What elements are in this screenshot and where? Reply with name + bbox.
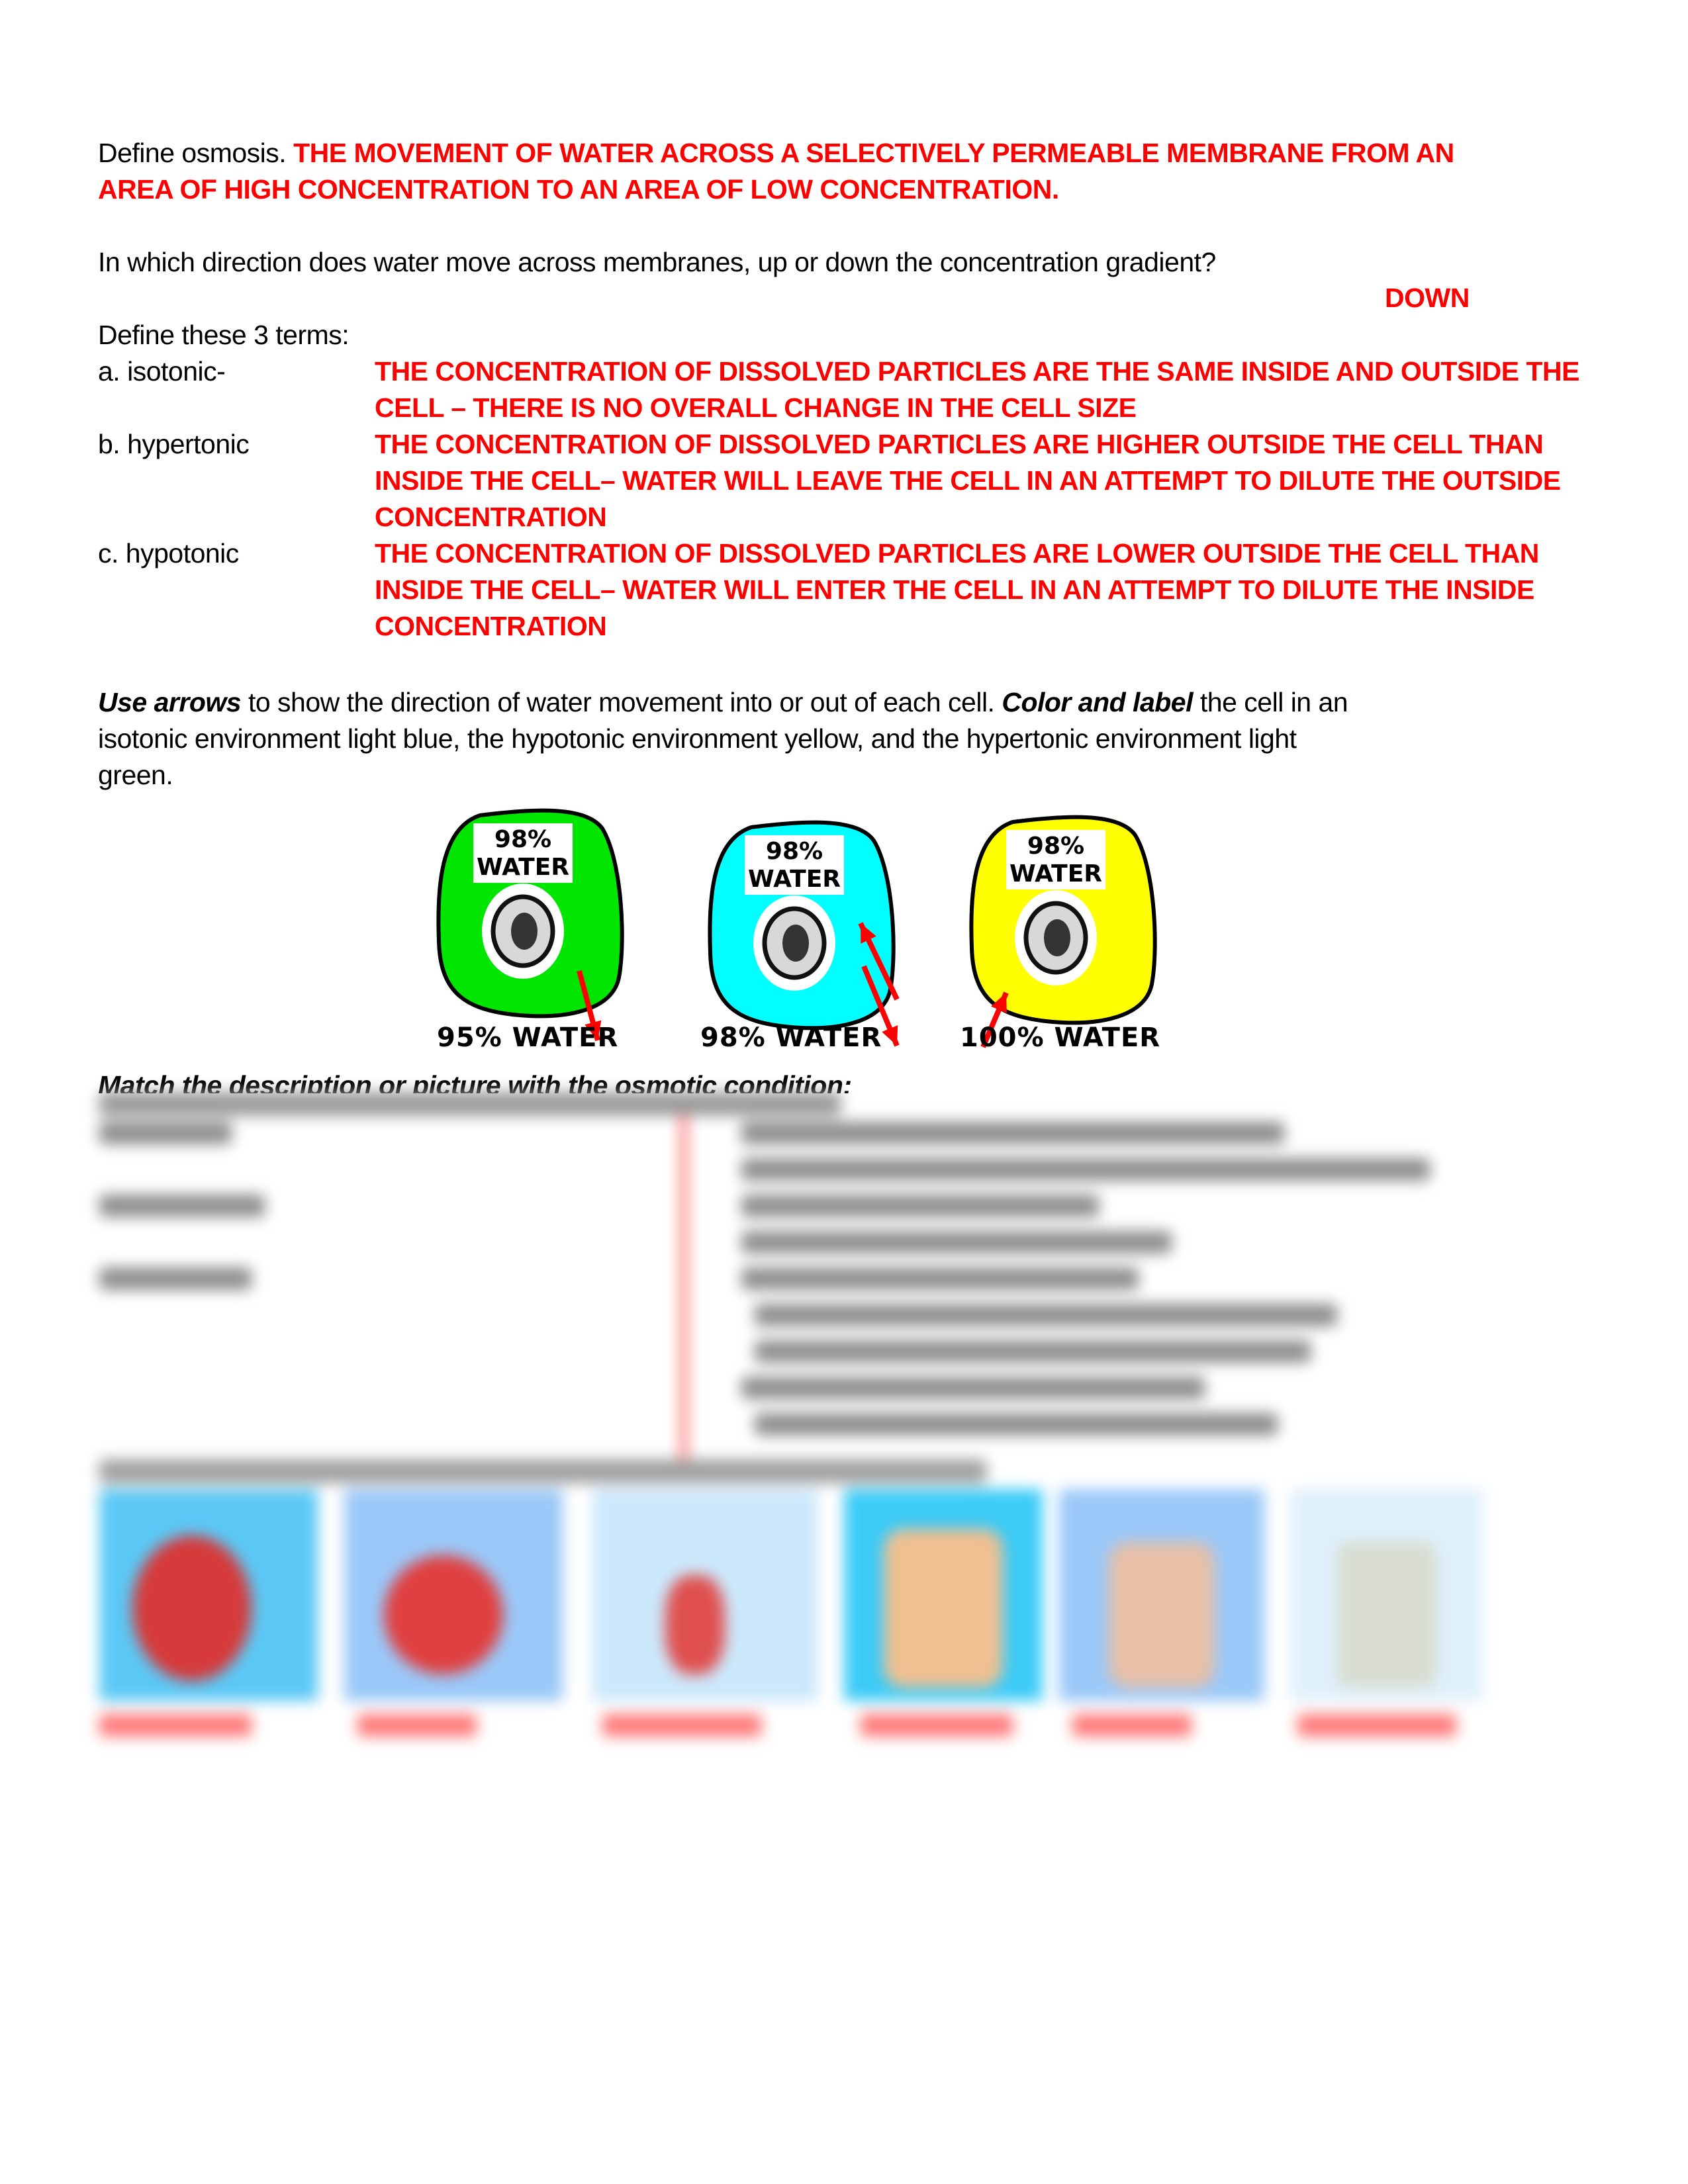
photo-rbc-shriveled (592, 1489, 818, 1701)
inside-water-percent: 98% (1027, 833, 1084, 860)
inside-water-percent: 98% (494, 826, 551, 853)
term-hypotonic-def-1: THE CONCENTRATION OF DISSOLVED PARTICLES… (375, 538, 1539, 569)
term-hypertonic-def-2: INSIDE THE CELL– WATER WILL LEAVE THE CE… (375, 465, 1561, 496)
match-description (755, 1413, 1278, 1435)
outside-water-label: 98% WATER (700, 1023, 882, 1053)
match-description (741, 1122, 1284, 1144)
blurred-preview (0, 1085, 1688, 1747)
term-hypotonic-label: c. hypotonic (98, 538, 239, 569)
nucleolus (782, 925, 809, 962)
outside-water-label: 95% WATER (437, 1023, 619, 1053)
match-description (741, 1231, 1172, 1253)
tonicity-answer (99, 1714, 252, 1737)
match-option-c (99, 1267, 252, 1290)
arrows-instruction-line3: green. (98, 760, 173, 790)
match-description (755, 1304, 1337, 1326)
term-hypertonic-def-3: CONCENTRATION (375, 502, 607, 532)
match-option-a (99, 1122, 232, 1144)
term-isotonic-label: a. isotonic- (98, 356, 226, 387)
nucleolus (1044, 919, 1070, 956)
term-isotonic-def-1: THE CONCENTRATION OF DISSOLVED PARTICLES… (375, 356, 1580, 387)
term-hypotonic-def-3: CONCENTRATION (375, 611, 607, 641)
tonicity-answer (1297, 1714, 1456, 1737)
tonicity-answer (861, 1714, 1013, 1737)
outside-water-label: 100% WATER (960, 1023, 1161, 1053)
match-description (741, 1158, 1430, 1181)
term-hypertonic-def-1: THE CONCENTRATION OF DISSOLVED PARTICLES… (375, 429, 1544, 459)
inside-water-label: WATER (477, 854, 569, 881)
nucleolus (511, 913, 538, 950)
match-description (741, 1267, 1139, 1290)
photo-plant-plasmolyzed (1291, 1489, 1483, 1701)
osmosis-question: Define osmosis. THE MOVEMENT OF WATER AC… (98, 134, 1454, 171)
cell-drawing: 98%WATER (708, 820, 900, 1047)
inside-water-label: WATER (748, 866, 841, 893)
direction-answer: DOWN (1385, 283, 1470, 313)
tonicity-answer (357, 1714, 477, 1737)
match-option-b (99, 1195, 265, 1217)
instruction-bold-color-label: Color and label (1002, 687, 1193, 717)
tonicity-heading (99, 1459, 986, 1483)
define-terms-prompt: Define these 3 terms: (98, 320, 350, 350)
instruction-bold-use-arrows: Use arrows (98, 687, 242, 717)
osmosis-answer-line2: AREA OF HIGH CONCENTRATION TO AN AREA OF… (98, 174, 1059, 205)
instruction-text: to show the direction of water movement … (241, 687, 1002, 717)
tonicity-answer (1072, 1714, 1192, 1737)
osmosis-prompt: Define osmosis. (98, 138, 287, 168)
photo-rbc-normal (344, 1489, 563, 1701)
photo-rbc-swollen (99, 1489, 318, 1701)
match-description (741, 1195, 1099, 1217)
inside-water-percent: 98% (766, 838, 823, 865)
cell-drawing: 98%WATER (436, 808, 624, 1042)
instruction-text: the cell in an (1193, 687, 1348, 717)
match-description (755, 1340, 1311, 1363)
photo-plant-turgid (844, 1489, 1043, 1701)
term-isotonic-def-2: CELL – THERE IS NO OVERALL CHANGE IN THE… (375, 392, 1137, 423)
arrows-instruction-line2: isotonic environment light blue, the hyp… (98, 723, 1297, 754)
photo-plant-normal (1059, 1489, 1264, 1701)
answer-column (680, 1115, 687, 1459)
tonicity-answer (602, 1714, 761, 1737)
osmosis-answer-line1: THE MOVEMENT OF WATER ACROSS A SELECTIVE… (293, 138, 1454, 168)
term-hypotonic-def-2: INSIDE THE CELL– WATER WILL ENTER THE CE… (375, 574, 1534, 605)
match-description (741, 1377, 1205, 1399)
arrows-instruction-line1: Use arrows to show the direction of wate… (98, 684, 1348, 721)
cell-drawing: 98%WATER (969, 815, 1157, 1048)
term-hypertonic-label: b. hypertonic (98, 429, 250, 459)
direction-question: In which direction does water move acros… (98, 247, 1216, 277)
inside-water-label: WATER (1009, 860, 1102, 887)
